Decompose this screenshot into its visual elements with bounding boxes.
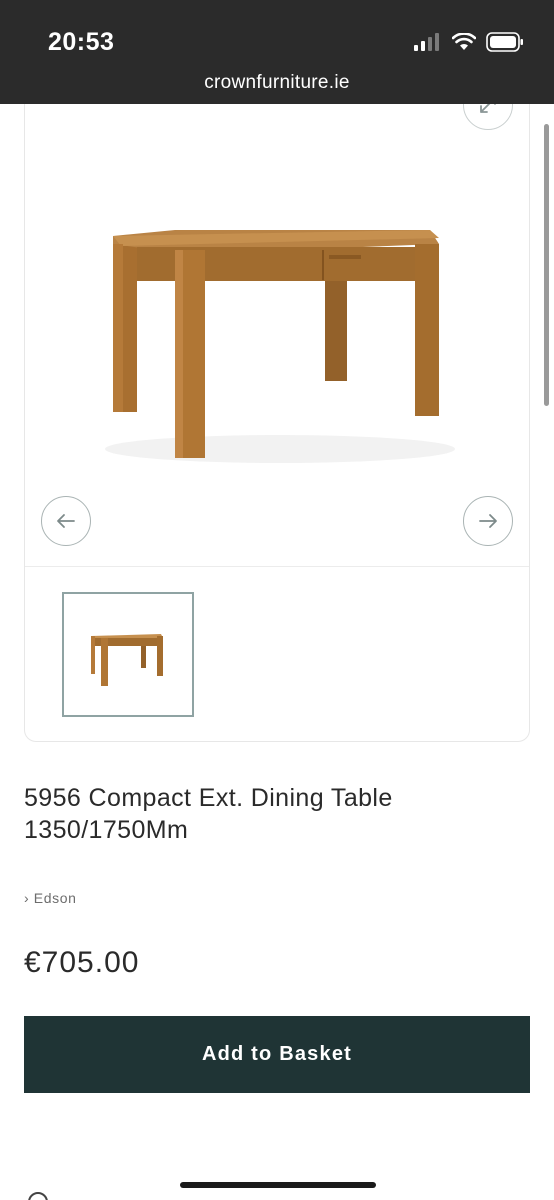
- add-to-basket-button[interactable]: Add to Basket: [24, 1016, 530, 1093]
- dining-table-thumbnail[interactable]: [62, 592, 194, 717]
- expand-icon: [480, 104, 496, 113]
- dining-table-image[interactable]: [25, 104, 530, 566]
- brand-link[interactable]: › Edson: [24, 890, 76, 906]
- product-gallery: [24, 104, 530, 742]
- brand-name: Edson: [33, 890, 77, 906]
- status-time: 20:53: [48, 28, 115, 56]
- home-indicator[interactable]: [180, 1182, 376, 1188]
- product-title: 5956 Compact Ext. Dining Table 1350/1750…: [24, 782, 514, 846]
- status-icons: [414, 32, 524, 52]
- scrollbar[interactable]: [544, 124, 549, 406]
- product-title-line1: 5956 Compact Ext. Dining Table: [24, 784, 393, 812]
- previous-image-button[interactable]: [41, 496, 91, 546]
- brand-chevron: ›: [24, 890, 30, 906]
- arrow-right-icon: [479, 514, 497, 528]
- arrow-left-icon: [57, 514, 75, 528]
- next-image-button[interactable]: [463, 496, 513, 546]
- cellular-signal-icon: [414, 33, 439, 51]
- battery-icon: [486, 32, 523, 52]
- url-bar[interactable]: crownfurniture.ie: [0, 72, 554, 94]
- partial-icon: [28, 1192, 48, 1200]
- product-price: €705.00: [24, 946, 140, 979]
- wifi-icon: [452, 33, 476, 50]
- product-title-line2: 1350/1750Mm: [24, 816, 189, 844]
- thumbnail-image: [91, 633, 163, 686]
- gallery-divider: [25, 566, 529, 567]
- status-bar: 20:53 crownfurniture.ie: [0, 0, 554, 104]
